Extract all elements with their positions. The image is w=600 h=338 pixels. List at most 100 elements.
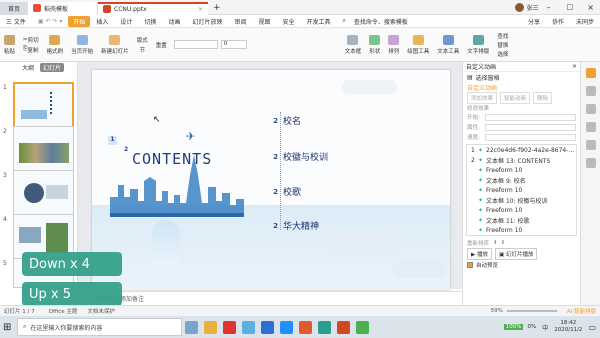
search-command[interactable]: 查找命令、搜索模板 (352, 17, 410, 26)
app-icon[interactable] (261, 320, 274, 334)
app-icon[interactable] (280, 320, 293, 334)
close-icon[interactable]: × (587, 3, 594, 12)
cut-button[interactable]: ✂ 剪切 (19, 36, 43, 44)
menu-transition[interactable]: 切换 (138, 17, 162, 26)
shape-button[interactable]: 形状 (365, 34, 384, 55)
tab-pptx[interactable]: CCNU.pptx × (98, 1, 208, 15)
copy-button[interactable]: ⎘ 复制 (19, 46, 43, 54)
animation-item[interactable]: ✦ Freeform 10 (467, 205, 576, 215)
selection-pane-link[interactable]: ▤ 选择窗格 (463, 72, 580, 82)
replace-button[interactable]: 替换 (493, 41, 512, 49)
slideshow-button[interactable]: ▣ 幻灯片播放 (495, 248, 538, 260)
chrome-icon[interactable] (204, 320, 217, 334)
zoom-slider[interactable] (506, 310, 557, 312)
custom-animation-link[interactable]: 自定义动画 (463, 82, 580, 92)
animation-item[interactable]: 2 ✦ 文本框 13: CONTENTS (467, 155, 576, 165)
paste-button[interactable]: 粘贴 (0, 34, 19, 55)
textbox-button[interactable]: 文本框 (341, 34, 366, 55)
add-effect-button[interactable]: 添加效果 (467, 92, 498, 104)
menu-insert[interactable]: 插入 (90, 17, 114, 26)
animation-item[interactable]: ✦ Freeform 10 (467, 225, 576, 235)
collab-button[interactable]: 协作 (546, 17, 570, 26)
slide-thumbnail[interactable] (13, 126, 74, 173)
sidebar-animation-icon[interactable] (585, 104, 596, 114)
animation-item[interactable]: ✦ Freeform 10 (467, 165, 576, 175)
find-button[interactable]: 查找 (493, 32, 512, 40)
animation-item[interactable]: ✦ 文本框 11: 校歌 (467, 215, 576, 225)
menu-file[interactable]: 三 文件 (0, 17, 32, 26)
move-down-icon[interactable]: ⬇ (501, 240, 506, 246)
slide-canvas[interactable]: ✈ 1 2 CONTENTS 2 校名 2 校徽与校训 2 校歌 2 华大精神 (92, 70, 450, 290)
animation-item[interactable]: ✦ Freeform 10 (467, 185, 576, 195)
toc-item[interactable]: 2 校徽与校训 (268, 150, 328, 164)
menu-slideshow[interactable]: 幻灯片放映 (186, 17, 228, 26)
animation-item[interactable]: ✦ 文本框 10: 校徽与校训 (467, 195, 576, 205)
taskbar-search[interactable]: ⌕ 在这里输入你要搜索的内容 (17, 318, 182, 336)
sync-status[interactable]: 未同步 (570, 17, 600, 26)
menu-view[interactable]: 视图 (253, 17, 277, 26)
animation-item[interactable]: 1 ✦ 22c0e4d6-f902-4a2e-8674-... (467, 145, 576, 155)
app-icon[interactable] (299, 320, 312, 334)
section-button[interactable]: 节 (133, 46, 152, 54)
slide-thumbnail[interactable] (13, 170, 74, 217)
select-button[interactable]: 选择 (493, 50, 512, 58)
animation-item[interactable]: ✦ 文本框 9: 校名 (467, 175, 576, 185)
clock[interactable]: 18:42 2020/11/2 (554, 320, 582, 334)
speed-select[interactable] (485, 133, 576, 141)
windows-start-icon[interactable]: ⊞ (3, 322, 17, 333)
menu-animation[interactable]: 动画 (162, 17, 186, 26)
drawing-tools-button[interactable]: 绘图工具 (403, 34, 433, 55)
tab-outline[interactable]: 大纲 (22, 63, 34, 72)
doc-protection-status[interactable]: 文档未保护 (87, 307, 115, 315)
move-up-icon[interactable]: ⬆ (493, 240, 498, 246)
task-view-icon[interactable] (185, 320, 198, 334)
smart-animation-button[interactable]: 智能动画 (500, 92, 531, 104)
new-slide-button[interactable]: 新建幻灯片 (97, 34, 133, 55)
sidebar-backup-icon[interactable] (585, 140, 596, 150)
toc-item[interactable]: 2 华大精神 (268, 219, 319, 233)
slide-thumbnail[interactable] (13, 82, 74, 129)
tab-docer[interactable]: 稻壳模板 (28, 1, 98, 15)
delete-button[interactable]: 删除 (533, 92, 553, 104)
new-tab-button[interactable]: + (208, 2, 226, 15)
ime-indicator[interactable]: 中 (542, 323, 548, 332)
sidebar-style-icon[interactable] (585, 68, 596, 78)
share-button[interactable]: 分享 (522, 17, 546, 26)
property-select[interactable] (485, 123, 576, 131)
wps-icon[interactable] (337, 320, 350, 334)
tab-slides[interactable]: 幻灯片 (40, 62, 65, 72)
menu-developer[interactable]: 开发工具 (301, 17, 337, 26)
font-name-select[interactable] (173, 40, 218, 49)
font-size-select[interactable]: 0 (220, 40, 247, 49)
layout-button[interactable]: 版式 (133, 36, 152, 44)
app-icon[interactable] (356, 320, 369, 334)
play-button[interactable]: ▶ 播放 (467, 248, 492, 260)
start-select[interactable] (485, 113, 576, 121)
search-icon[interactable]: ⌕ (337, 17, 352, 25)
animation-list[interactable]: 1 ✦ 22c0e4d6-f902-4a2e-8674-... 2 ✦ 文本框 13: … (466, 144, 577, 236)
contents-title[interactable]: CONTENTS (132, 150, 212, 168)
menu-review[interactable]: 审阅 (228, 17, 252, 26)
app-icon[interactable] (242, 320, 255, 334)
zoom-level[interactable]: 59% (491, 308, 503, 314)
maximize-icon[interactable]: □ (567, 3, 574, 11)
autopreview-checkbox[interactable] (467, 262, 473, 268)
menu-design[interactable]: 设计 (114, 17, 138, 26)
notification-icon[interactable]: ▭ (588, 323, 596, 332)
pane-close-icon[interactable]: × (572, 63, 577, 70)
avatar[interactable] (514, 2, 524, 12)
text-layout-button[interactable]: 文字排版 (463, 34, 493, 55)
reset-button[interactable]: 重置 (152, 41, 171, 49)
sidebar-help-icon[interactable] (585, 158, 596, 168)
sidebar-format-icon[interactable] (585, 86, 596, 96)
toc-item[interactable]: 2 校歌 (268, 185, 301, 199)
text-tools-button[interactable]: 文本工具 (433, 34, 463, 55)
close-tab-icon[interactable]: × (198, 6, 203, 13)
menu-home[interactable]: 开始 (68, 15, 91, 27)
quick-tools-icon[interactable]: ▣ ↶ ↷ ▾ (32, 18, 68, 25)
format-painter-button[interactable]: 格式刷 (43, 34, 68, 55)
tab-home[interactable]: 首页 (0, 1, 28, 15)
menu-security[interactable]: 安全 (277, 17, 301, 26)
toc-item[interactable]: 2 校名 (268, 114, 301, 128)
notes-area[interactable]: 单击此处添加备注 (78, 291, 462, 305)
